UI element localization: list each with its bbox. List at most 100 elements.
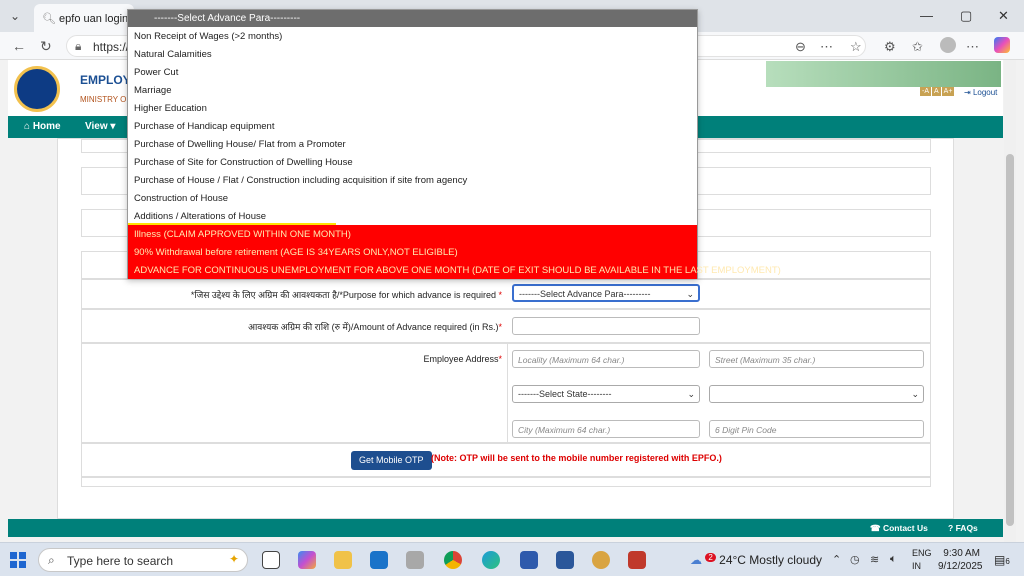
state-select[interactable]: -------Select State-------- ⌄ [512,385,700,403]
windows-taskbar: ⌕ Type here to search ✦ ☁︎ 2 24°C Mostly… [0,542,1024,576]
page-scrollbar[interactable] [1004,60,1016,542]
question-icon: ? [948,523,954,533]
city-input[interactable]: City (Maximum 64 char.) [512,420,700,438]
amount-label: आवश्यक अग्रिम की राशि (रु में)/Amount of… [248,322,502,332]
chevron-up-icon[interactable]: ⌃ [832,553,841,566]
amount-row: आवश्यक अग्रिम की राशि (रु में)/Amount of… [81,309,931,343]
epfo-logo [14,66,60,112]
purpose-row: *जिस उद्देश्य के लिए अग्रिम की आवश्यकता … [81,279,931,309]
cloud-icon: ☁︎ [690,553,702,567]
back-arrow-icon[interactable]: ← [12,38,26,54]
form-row [81,477,931,487]
app-icon[interactable] [628,551,646,569]
state-select-value: -------Select State-------- [518,389,612,399]
dropdown-option-placeholder[interactable]: -------Select Advance Para--------- [128,10,697,27]
volume-icon[interactable]: 🔈︎ [890,553,897,566]
clock-time: 9:30 AM [943,548,980,559]
nav-view[interactable]: View ▾ [85,121,115,132]
edge-icon[interactable] [482,551,500,569]
lang-secondary: IN [912,561,921,571]
zoom-icon[interactable]: ⊖ [795,39,806,55]
dropdown-option[interactable]: Purchase of Handicap equipment [128,117,697,135]
favorite-icon[interactable]: ☆ [850,39,862,55]
dropdown-option[interactable]: Additions / Alterations of House [128,207,336,225]
taskbar-search-input[interactable]: ⌕ Type here to search ✦ [38,548,248,572]
purpose-select-value: -------Select Advance Para--------- [519,289,651,299]
extensions-icon[interactable]: ⚙︎ [884,39,896,55]
more-icon[interactable]: ⋯ [966,39,979,55]
weather-widget[interactable]: ☁︎ 2 24°C Mostly cloudy [690,553,822,567]
dropdown-option[interactable]: Higher Education [128,99,697,117]
street-input[interactable]: Street (Maximum 35 char.) [709,350,924,368]
dropdown-option[interactable]: Non Receipt of Wages (>2 months) [128,27,697,45]
street-placeholder: Street (Maximum 35 char.) [715,355,816,365]
dropdown-option[interactable]: Marriage [128,81,697,99]
dropdown-option[interactable]: Purchase of House / Flat / Construction … [128,171,697,189]
dropdown-option[interactable]: ADVANCE FOR CONTINUOUS UNEMPLOYMENT FOR … [128,261,781,279]
faqs-label: FAQs [955,523,978,533]
home-icon: ⌂ [24,121,31,132]
browser-tab[interactable]: 🔍︎ epfo uan login - [34,4,134,32]
pin-input[interactable]: 6 Digit Pin Code [709,420,924,438]
dropdown-option[interactable]: 90% Withdrawal before retirement (AGE IS… [128,243,697,261]
windows-start-icon[interactable] [10,552,26,568]
dropdown-option[interactable]: Construction of House [128,189,697,207]
maximize-icon[interactable]: ▢ [960,8,972,24]
caret-down-icon: ▾ [110,121,116,132]
dropdown-option[interactable]: Illness (CLAIM APPROVED WITHIN ONE MONTH… [128,225,697,243]
notification-icon[interactable]: ▤6 [994,553,1010,567]
contact-us-label: Contact Us [882,523,928,533]
language-indicator[interactable]: ENG IN [912,547,932,573]
scrollbar-thumb[interactable] [1006,154,1014,526]
font-normal-button[interactable]: A [932,87,941,96]
font-increase-button[interactable]: A+ [941,87,955,96]
network-icon[interactable]: ◷ [850,553,860,566]
nav-home[interactable]: ⌂ Home [24,121,61,132]
app-icon[interactable] [406,551,424,569]
dropdown-option[interactable]: Natural Calamities [128,45,697,63]
minimize-icon[interactable]: — [920,8,933,23]
system-clock[interactable]: 9:30 AM 9/12/2025 [938,547,983,573]
word-icon[interactable] [556,551,574,569]
chevron-down-icon[interactable]: ⌄ [10,9,20,23]
get-otp-button[interactable]: Get Mobile OTP [351,451,432,470]
task-view-icon[interactable] [262,551,280,569]
tab-title: epfo uan login - [59,13,134,25]
wifi-icon[interactable]: ≋ [870,553,879,566]
search-icon: 🔍︎ [42,13,60,25]
more-icon[interactable]: ⋯ [820,39,833,55]
close-icon[interactable]: ✕ [998,8,1009,24]
paint-icon[interactable] [592,551,610,569]
logout-link[interactable]: ⇥ Logout [964,88,997,97]
locality-input[interactable]: Locality (Maximum 64 char.) [512,350,700,368]
district-select[interactable]: ⌄ [709,385,924,403]
phone-icon: ☎︎ [870,523,881,533]
logout-label: Logout [972,88,998,97]
dropdown-option[interactable]: Purchase of Site for Construction of Dwe… [128,153,697,171]
refresh-icon[interactable]: ↻ [40,38,52,55]
profile-icon[interactable] [940,37,956,53]
amount-label-text: आवश्यक अग्रिम की राशि (रु में)/Amount of… [248,322,499,332]
contact-us-link[interactable]: ☎︎ Contact Us [870,523,928,534]
font-size-controls: -A A A+ [920,87,955,96]
lang-primary: ENG [912,548,932,558]
dropdown-options: Non Receipt of Wages (>2 months) Natural … [128,27,781,279]
logout-icon: ⇥ [964,88,971,97]
defender-icon[interactable] [520,551,538,569]
chrome-icon[interactable] [444,551,462,569]
pin-placeholder: 6 Digit Pin Code [715,425,777,435]
faqs-link[interactable]: ? FAQs [948,523,978,533]
lock-icon: 🔒︎ [75,39,82,53]
purpose-select[interactable]: -------Select Advance Para--------- ⌄ [512,284,700,302]
copilot-icon[interactable] [298,551,316,569]
amount-input[interactable] [512,317,700,335]
address-label-text: Employee Address [423,354,499,364]
site-footer: ☎︎ Contact Us ? FAQs [8,519,1003,537]
file-explorer-icon[interactable] [334,551,352,569]
font-decrease-button[interactable]: -A [920,87,931,96]
copilot-icon[interactable] [994,37,1010,53]
collections-icon[interactable]: ✩ [912,39,923,55]
outlook-icon[interactable] [370,551,388,569]
dropdown-option[interactable]: Power Cut [128,63,697,81]
dropdown-option[interactable]: Purchase of Dwelling House/ Flat from a … [128,135,697,153]
